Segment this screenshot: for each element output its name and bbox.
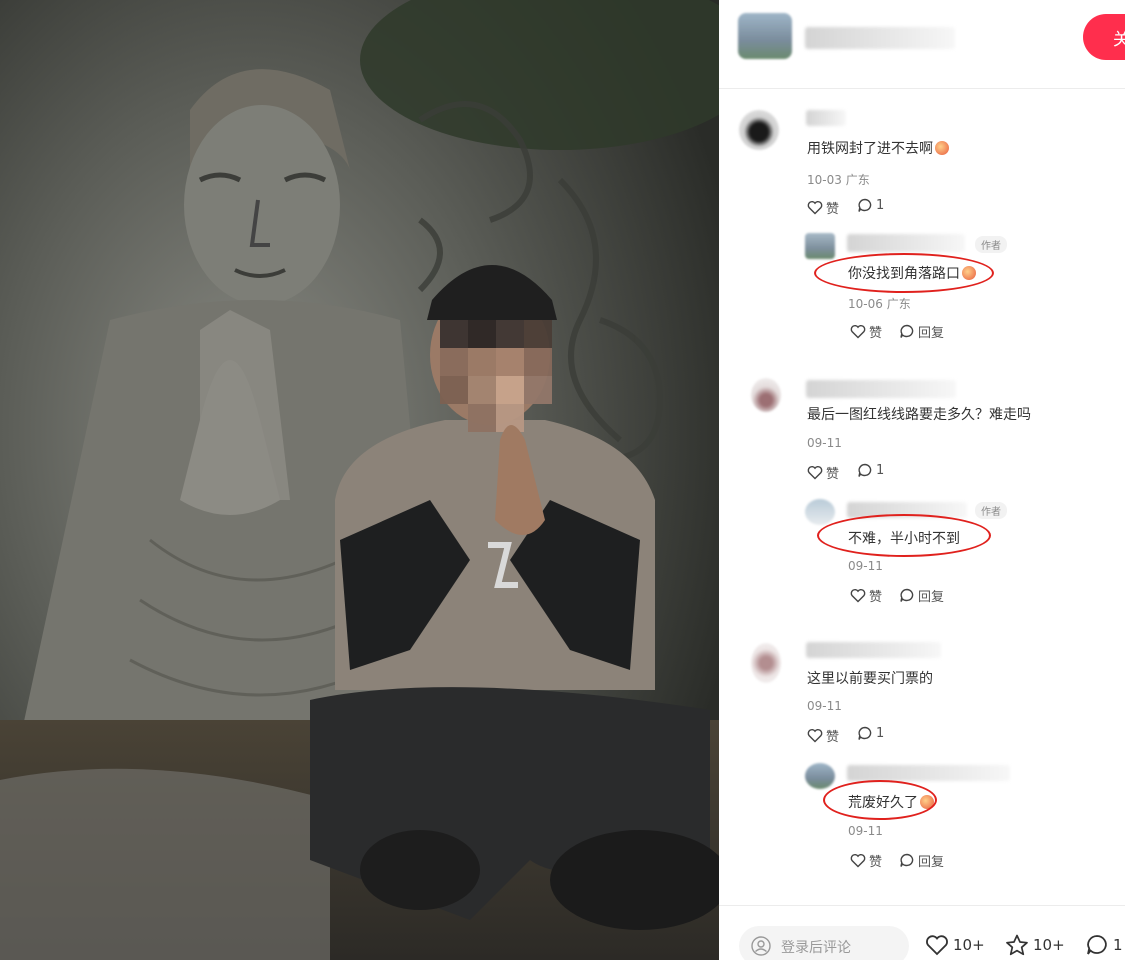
reply-count-button[interactable]: 1 [857, 198, 884, 213]
comment-text: 用铁网封了进不去啊 [807, 138, 949, 158]
reply-button[interactable]: 回复 [899, 586, 944, 605]
comment-icon [858, 463, 872, 477]
post-photo[interactable] [0, 0, 719, 960]
like-button[interactable]: 赞 [807, 463, 839, 482]
comment-text: 这里以前要买门票的 [807, 671, 933, 687]
heart-icon [807, 201, 823, 215]
like-button[interactable]: 赞 [807, 726, 839, 745]
reply-avatar[interactable] [805, 499, 835, 525]
like-button[interactable]: 赞 [850, 586, 882, 605]
reply-meta: 09-11 [848, 824, 883, 838]
annotation-circle [817, 514, 991, 557]
comment-icon [900, 853, 914, 867]
comments-panel: 关 用铁网封了进不去啊 10-03 广东 赞 1 作者 你没找到角落路口 10-… [719, 0, 1125, 960]
comment-icon [900, 588, 914, 602]
username-blurred[interactable] [806, 380, 956, 398]
bottom-divider [719, 905, 1125, 906]
comment-icon [858, 198, 872, 212]
like-button[interactable]: 赞 [807, 198, 839, 217]
comment-meta: 09-11 [807, 699, 842, 713]
reply-avatar[interactable] [805, 233, 835, 259]
comment-count-button[interactable]: 1 [1085, 934, 1123, 956]
reply-avatar[interactable] [805, 763, 835, 789]
username-blurred[interactable] [806, 642, 941, 658]
comment-icon [900, 324, 914, 338]
reply-count-button[interactable]: 1 [857, 463, 884, 478]
annotation-circle [823, 780, 937, 820]
heart-icon [850, 325, 866, 339]
like-button[interactable]: 赞 [850, 851, 882, 870]
author-tag: 作者 [975, 236, 1007, 253]
reply-count-button[interactable]: 1 [857, 726, 884, 741]
comment-meta: 10-03 广东 [807, 173, 870, 187]
header-divider [719, 88, 1125, 89]
reply-meta: 10-06 广东 [848, 297, 911, 311]
avatar[interactable] [751, 643, 781, 683]
photo-illustration [0, 0, 719, 960]
comment-icon [1087, 935, 1107, 955]
avatar[interactable] [739, 110, 779, 150]
heart-icon [807, 729, 823, 743]
reply-meta: 09-11 [848, 559, 883, 573]
comment-icon [858, 726, 872, 740]
comment-input[interactable]: 登录后评论 [739, 926, 909, 960]
reply-username-blurred[interactable] [847, 765, 1010, 781]
user-icon [751, 936, 771, 956]
emoji-icon [935, 141, 949, 155]
like-count-button[interactable]: 10+ [925, 934, 985, 956]
comment-meta: 09-11 [807, 436, 842, 450]
username-blurred[interactable] [806, 110, 846, 126]
reply-username-blurred[interactable] [847, 234, 965, 252]
reply-button[interactable]: 回复 [899, 851, 944, 870]
heart-icon [850, 854, 866, 868]
comment-placeholder: 登录后评论 [781, 940, 851, 956]
author-name-blurred[interactable] [805, 27, 955, 49]
avatar[interactable] [751, 378, 781, 412]
author-tag: 作者 [975, 502, 1007, 519]
reply-button[interactable]: 回复 [899, 322, 944, 341]
follow-button[interactable]: 关 [1083, 14, 1125, 60]
follow-label: 关 [1113, 29, 1125, 50]
heart-icon [807, 466, 823, 480]
heart-icon [926, 935, 948, 956]
star-count-button[interactable]: 10+ [1005, 934, 1065, 956]
like-button[interactable]: 赞 [850, 322, 882, 341]
heart-icon [850, 589, 866, 603]
author-avatar[interactable] [738, 13, 792, 59]
comment-text: 最后一图红线线路要走多久？难走吗 [807, 407, 1031, 423]
annotation-circle [814, 253, 994, 293]
star-icon [1006, 934, 1028, 956]
